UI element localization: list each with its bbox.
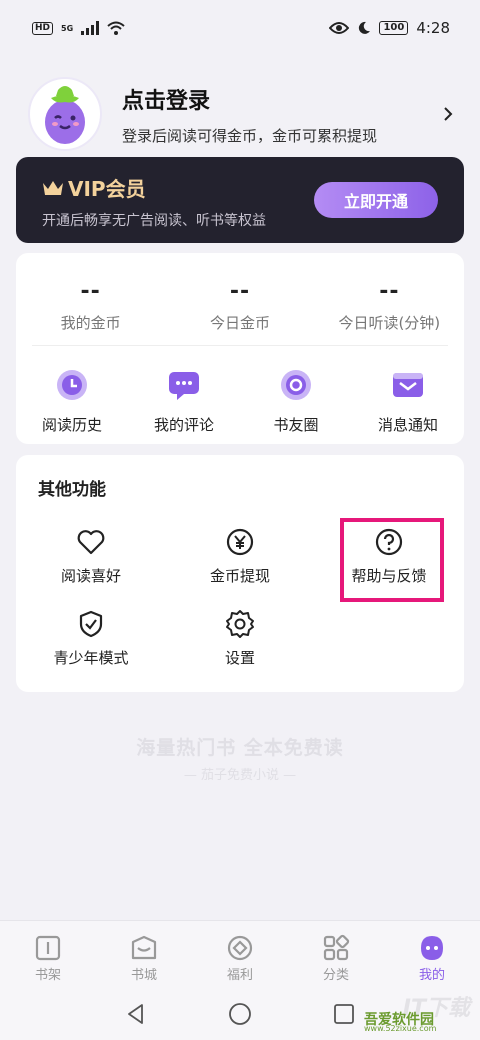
network-type: 5G: [61, 23, 74, 33]
stats-row: -- 我的金币 -- 今日金币 -- 今日听读(分钟): [16, 253, 464, 345]
stats-card: -- 我的金币 -- 今日金币 -- 今日听读(分钟) 阅读历史 我的评论 书友…: [16, 253, 464, 444]
back-icon[interactable]: [124, 1002, 148, 1026]
category-icon: [323, 934, 350, 961]
home-icon[interactable]: [228, 1002, 252, 1026]
profile-icon: [421, 936, 443, 960]
other-functions-card: 其他功能 阅读喜好 金币提现 帮助与反馈 青少年模式 设置: [16, 455, 464, 692]
func-label: 设置: [224, 649, 255, 667]
quick-actions: 阅读历史 我的评论 书友圈 消息通知: [16, 346, 464, 435]
highlight-box: [340, 518, 444, 602]
quick-label: 书友圈: [273, 416, 319, 434]
gear-icon: [226, 610, 254, 638]
watermark: IT下载 吾爱软件园 www.52zixue.com: [358, 990, 470, 1036]
bookstore-icon: [131, 935, 157, 960]
yen-icon: [226, 528, 254, 556]
battery-indicator: 100: [379, 21, 409, 35]
welfare-icon: [227, 935, 253, 961]
bottom-tab-bar: 书架 书城 福利 分类 我的: [0, 920, 480, 988]
func-label: 阅读喜好: [60, 567, 121, 585]
vip-card[interactable]: VIP会员 开通后畅享无广告阅读、听书等权益 立即开通: [16, 157, 464, 243]
quick-reading-history[interactable]: 阅读历史: [16, 368, 128, 435]
signal-icon: [81, 21, 100, 35]
moon-icon: [359, 21, 371, 34]
func-coin-withdraw[interactable]: 金币提现: [170, 527, 310, 586]
shield-icon: [79, 610, 103, 638]
stat-today-listen[interactable]: -- 今日听读(分钟): [315, 279, 464, 345]
vip-open-button[interactable]: 立即开通: [314, 182, 438, 218]
crown-icon: [43, 180, 63, 195]
tab-label: 书架: [34, 968, 61, 983]
other-functions-title: 其他功能: [38, 480, 106, 500]
hd-badge: HD: [32, 21, 54, 35]
tab-bookstore[interactable]: 书城: [96, 921, 192, 988]
clock-icon: [57, 370, 87, 400]
func-label: 金币提现: [209, 567, 270, 585]
stat-today-coins[interactable]: -- 今日金币: [165, 279, 314, 345]
status-left: HD 5G: [32, 21, 125, 35]
status-right: 100 4:28: [329, 19, 450, 37]
func-settings[interactable]: 设置: [170, 609, 310, 668]
login-header[interactable]: 点击登录 登录后阅读可得金币，金币可累积提现: [28, 74, 458, 154]
avatar[interactable]: [28, 77, 102, 151]
tab-label: 福利: [226, 968, 253, 983]
slogan-sub: — 茄子免费小说 —: [183, 768, 297, 783]
recents-icon[interactable]: [332, 1002, 356, 1026]
bookshelf-icon: [35, 935, 61, 961]
tab-bookshelf[interactable]: 书架: [0, 921, 96, 988]
login-subtitle: 登录后阅读可得金币，金币可累积提现: [122, 126, 378, 145]
func-label: 青少年模式: [53, 649, 129, 667]
tab-category[interactable]: 分类: [288, 921, 384, 988]
stat-label: 今日金币: [209, 314, 270, 332]
status-time: 4:28: [416, 19, 450, 37]
func-teen-mode[interactable]: 青少年模式: [21, 609, 161, 668]
chevron-right-icon[interactable]: [438, 104, 458, 124]
slogan-main: 海量热门书 全本免费读: [136, 737, 344, 759]
func-reading-preference[interactable]: 阅读喜好: [21, 527, 161, 586]
stat-my-coins[interactable]: -- 我的金币: [16, 279, 165, 345]
stat-label: 今日听读(分钟): [338, 314, 441, 332]
quick-book-circle[interactable]: 书友圈: [240, 368, 352, 435]
tab-welfare[interactable]: 福利: [192, 921, 288, 988]
tab-profile[interactable]: 我的: [384, 921, 480, 988]
tab-label: 书城: [130, 968, 157, 983]
status-bar: HD 5G 100 4:28: [0, 0, 480, 56]
quick-label: 我的评论: [153, 416, 214, 434]
comment-icon: [169, 372, 199, 400]
eggplant-avatar-icon: [45, 86, 85, 144]
quick-my-comments[interactable]: 我的评论: [128, 368, 240, 435]
stat-label: 我的金币: [60, 314, 121, 332]
tab-label: 分类: [322, 968, 349, 983]
watermark-site: www.52zixue.com: [364, 1024, 437, 1033]
stat-value: --: [379, 279, 400, 304]
quick-label: 消息通知: [377, 416, 438, 434]
quick-label: 阅读历史: [41, 416, 102, 434]
login-title[interactable]: 点击登录: [122, 83, 438, 115]
mail-icon: [393, 373, 423, 397]
quick-notifications[interactable]: 消息通知: [352, 368, 464, 435]
stat-value: --: [80, 279, 101, 304]
slogan: 海量热门书 全本免费读 — 茄子免费小说 —: [0, 733, 480, 783]
stat-value: --: [229, 279, 251, 304]
vip-title: VIP会员: [68, 177, 146, 201]
eye-icon: [329, 22, 350, 34]
heart-icon: [77, 530, 105, 555]
wifi-icon: [107, 21, 125, 35]
login-text[interactable]: 点击登录 登录后阅读可得金币，金币可累积提现: [122, 83, 438, 146]
circle-icon: [281, 370, 311, 400]
tab-label: 我的: [418, 968, 445, 983]
